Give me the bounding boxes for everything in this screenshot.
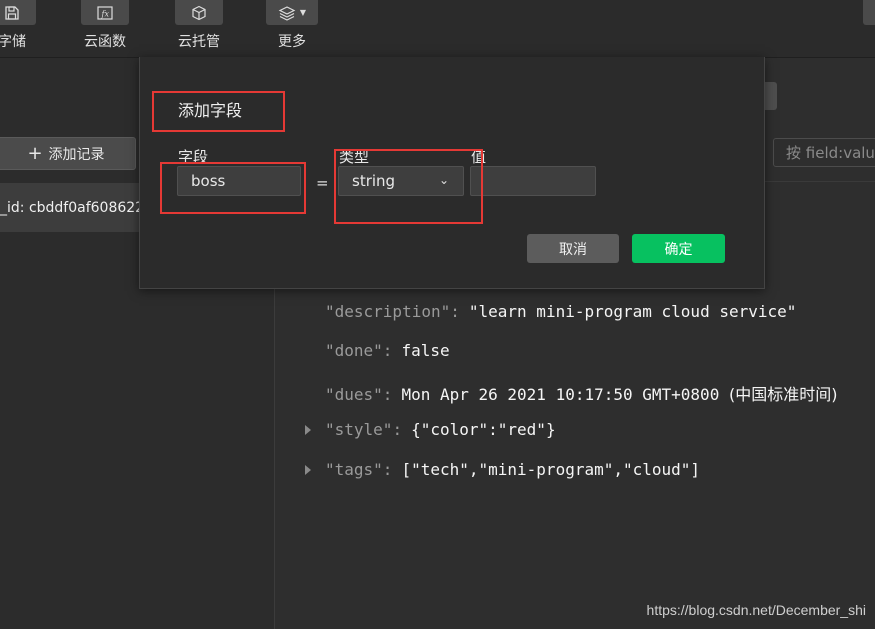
cloud-function-icon: fx <box>81 0 129 25</box>
add-record-label: 添加记录 <box>48 146 105 163</box>
toolbar-item-cloud-hosting[interactable]: 云托管 <box>164 0 234 57</box>
toolbar-item-label: 云托管 <box>178 34 220 50</box>
toolbar-item-more[interactable]: ▼ 更多 <box>257 0 327 57</box>
annotation-box-title <box>152 91 285 132</box>
expand-arrow-icon[interactable] <box>305 465 311 475</box>
layers-icon: ▼ <box>266 0 318 25</box>
field-value-input[interactable] <box>470 166 596 196</box>
toolbar-item-cloud-function[interactable]: fx 云函数 <box>70 0 140 57</box>
equals-sign: = <box>316 174 329 192</box>
json-value: Mon Apr 26 2021 10:17:50 GMT+0800 <box>401 385 720 404</box>
top-toolbar: 字储 fx 云函数 云托管 ▼ 更多 <box>0 0 875 58</box>
watermark-text: https://blog.csdn.net/December_shi <box>646 602 866 618</box>
toolbar-item-label: 字储 <box>0 34 26 50</box>
add-record-button[interactable]: + 添加记录 <box>0 137 136 170</box>
json-field-style[interactable]: "style": {"color":"red"} <box>305 420 556 439</box>
json-value-suffix: (中国标准时间) <box>728 385 838 404</box>
json-key: "description" <box>325 302 451 321</box>
json-key: "tags" <box>325 460 383 479</box>
json-field-dues: "dues": Mon Apr 26 2021 10:17:50 GMT+0800… <box>325 385 838 404</box>
json-field-tags[interactable]: "tags": ["tech","mini-program","cloud"] <box>305 460 701 479</box>
field-search-input[interactable]: 按 field:value <box>773 138 875 167</box>
json-field-description: "description": "learn mini-program cloud … <box>325 302 797 321</box>
json-value: false <box>401 341 450 360</box>
add-field-dialog: 添加字段 字段 类型 值 boss = string ⌄ 取消 确定 <box>139 57 765 289</box>
cube-icon <box>175 0 223 25</box>
svg-text:fx: fx <box>101 9 110 18</box>
plus-icon: + <box>27 142 43 164</box>
json-value: {"color":"red"} <box>411 420 556 439</box>
annotation-box-type <box>334 149 483 224</box>
json-key: "dues" <box>325 385 383 404</box>
caret-down-icon: ▼ <box>299 8 307 17</box>
json-value: "learn mini-program cloud service" <box>468 302 797 321</box>
json-value: ["tech","mini-program","cloud"] <box>401 460 701 479</box>
toolbar-overflow-tab[interactable] <box>863 0 875 25</box>
json-key: "style" <box>325 420 393 439</box>
toolbar-item-label: 云函数 <box>84 34 126 50</box>
json-field-done: "done": false <box>325 341 450 360</box>
record-id: _id: cbddf0af608622 <box>0 199 145 216</box>
expand-arrow-icon[interactable] <box>305 425 311 435</box>
toolbar-item-label: 更多 <box>278 34 306 50</box>
cancel-button[interactable]: 取消 <box>527 234 619 263</box>
annotation-box-field <box>160 162 306 214</box>
panel-action-button[interactable] <box>763 82 777 110</box>
json-key: "done" <box>325 341 383 360</box>
save-icon <box>0 0 36 25</box>
confirm-button[interactable]: 确定 <box>632 234 725 263</box>
toolbar-item-storage[interactable]: 字储 <box>0 0 47 57</box>
